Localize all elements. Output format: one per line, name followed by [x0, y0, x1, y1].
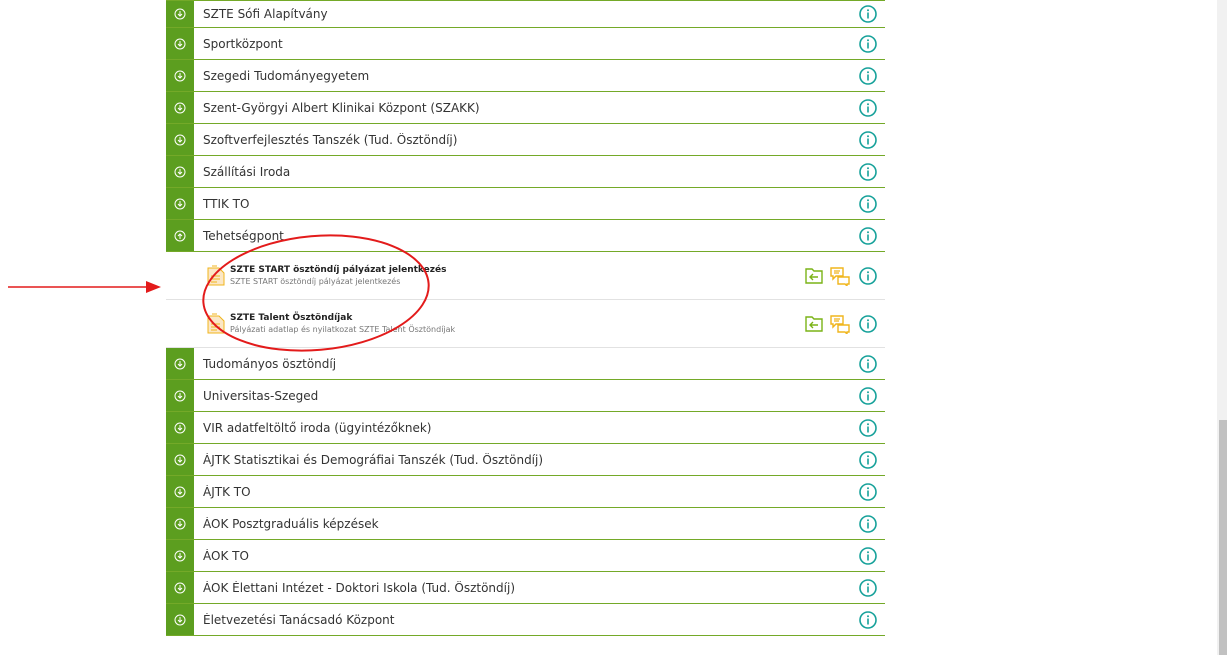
info-icon[interactable]: [859, 98, 877, 117]
info-icon[interactable]: [859, 162, 877, 181]
expand-icon[interactable]: [166, 156, 194, 187]
group-row[interactable]: Szállítási Iroda: [166, 156, 885, 188]
group-row[interactable]: Szent-Györgyi Albert Klinikai Központ (S…: [166, 92, 885, 124]
expand-icon[interactable]: [166, 28, 194, 59]
info-icon[interactable]: [859, 226, 877, 245]
group-row[interactable]: Szegedi Tudományegyetem: [166, 60, 885, 92]
expand-icon[interactable]: [166, 1, 194, 27]
info-icon[interactable]: [859, 514, 877, 533]
group-row[interactable]: ÁOK Élettani Intézet - Doktori Iskola (T…: [166, 572, 885, 604]
info-icon[interactable]: [859, 130, 877, 149]
info-icon[interactable]: [859, 267, 877, 285]
annotation-arrow: [8, 281, 161, 293]
scrollbar-thumb[interactable]: [1219, 420, 1227, 655]
info-icon[interactable]: [859, 194, 877, 213]
expand-icon[interactable]: [166, 412, 194, 443]
group-label: ÁOK Posztgraduális képzések: [203, 516, 379, 531]
group-label: VIR adatfeltöltő iroda (ügyintézőknek): [203, 420, 432, 435]
group-label: ÁOK Élettani Intézet - Doktori Iskola (T…: [203, 580, 515, 595]
group-label: Szállítási Iroda: [203, 164, 291, 179]
info-icon[interactable]: [859, 418, 877, 437]
group-label: Sportközpont: [203, 36, 283, 51]
info-icon[interactable]: [859, 386, 877, 405]
group-row[interactable]: Szoftverfejlesztés Tanszék (Tud. Ösztönd…: [166, 124, 885, 156]
info-icon[interactable]: [859, 34, 877, 53]
group-label: Szent-Györgyi Albert Klinikai Központ (S…: [203, 100, 480, 115]
group-row[interactable]: ÁJTK TO: [166, 476, 885, 508]
group-label: Szoftverfejlesztés Tanszék (Tud. Ösztönd…: [203, 132, 458, 147]
group-row[interactable]: TTIK TO: [166, 188, 885, 220]
group-row[interactable]: ÁOK Posztgraduális képzések: [166, 508, 885, 540]
group-row[interactable]: Életvezetési Tanácsadó Központ: [166, 604, 885, 636]
info-icon[interactable]: [859, 546, 877, 565]
info-icon[interactable]: [859, 354, 877, 373]
expand-icon[interactable]: [166, 540, 194, 571]
expand-icon[interactable]: [166, 572, 194, 603]
expand-icon[interactable]: [166, 508, 194, 539]
annotation-ellipse: [202, 234, 430, 352]
expand-icon[interactable]: [166, 188, 194, 219]
collapse-icon[interactable]: [166, 220, 194, 251]
group-label: ÁJTK Statisztikai és Demográfiai Tanszék…: [203, 452, 544, 467]
group-row[interactable]: Universitas-Szeged: [166, 380, 885, 412]
folder-arrow-icon[interactable]: [805, 314, 823, 332]
expand-icon[interactable]: [166, 444, 194, 475]
info-icon[interactable]: [859, 482, 877, 501]
chat-bubbles-icon[interactable]: [830, 314, 850, 334]
group-label: ÁOK TO: [203, 548, 249, 563]
group-row[interactable]: SZTE Sófi Alapítvány: [166, 0, 885, 28]
info-icon[interactable]: [859, 578, 877, 597]
folder-arrow-icon[interactable]: [805, 266, 823, 284]
expand-icon[interactable]: [166, 476, 194, 507]
expand-icon[interactable]: [166, 92, 194, 123]
group-row[interactable]: ÁOK TO: [166, 540, 885, 572]
expand-icon[interactable]: [166, 124, 194, 155]
chat-bubbles-icon[interactable]: [830, 266, 850, 286]
expand-icon[interactable]: [166, 380, 194, 411]
group-label: Universitas-Szeged: [203, 388, 319, 403]
group-row[interactable]: VIR adatfeltöltő iroda (ügyintézőknek): [166, 412, 885, 444]
group-label: Tudományos ösztöndíj: [203, 356, 337, 371]
info-icon[interactable]: [859, 66, 877, 85]
group-label: ÁJTK TO: [203, 484, 251, 499]
group-label: Életvezetési Tanácsadó Központ: [203, 612, 395, 627]
group-label: TTIK TO: [203, 196, 250, 211]
group-label: SZTE Sófi Alapítvány: [203, 7, 328, 21]
info-icon[interactable]: [859, 5, 877, 23]
expand-icon[interactable]: [166, 604, 194, 635]
group-label: Szegedi Tudományegyetem: [203, 68, 370, 83]
expand-icon[interactable]: [166, 60, 194, 91]
info-icon[interactable]: [859, 315, 877, 333]
group-row[interactable]: ÁJTK Statisztikai és Demográfiai Tanszék…: [166, 444, 885, 476]
group-row[interactable]: Sportközpont: [166, 28, 885, 60]
info-icon[interactable]: [859, 450, 877, 469]
expand-icon[interactable]: [166, 348, 194, 379]
info-icon[interactable]: [859, 610, 877, 629]
